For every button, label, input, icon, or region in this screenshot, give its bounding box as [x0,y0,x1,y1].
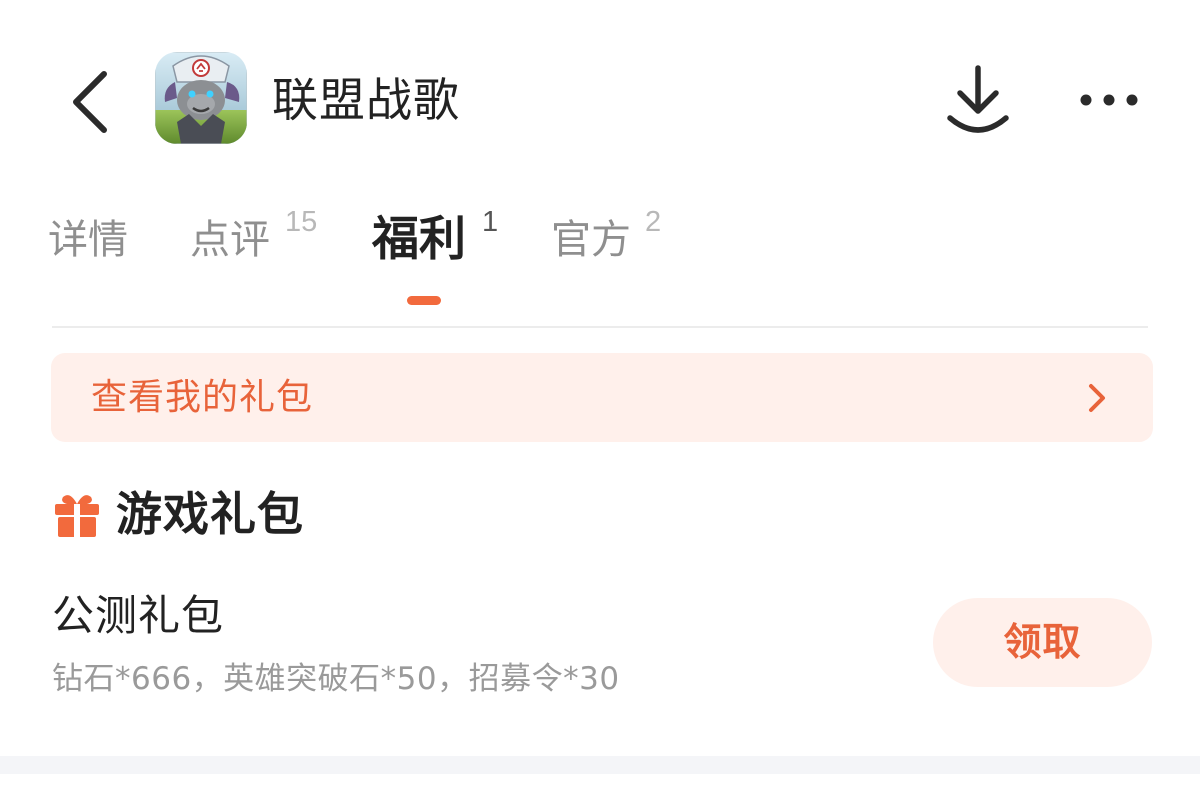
tab-label: 福利 [372,212,466,267]
tab-label: 点评 [190,217,270,263]
back-button[interactable] [60,60,120,140]
tab-label: 官方 [551,217,631,263]
package-description: 钻石*666，英雄突破石*50，招募令*30 [52,661,620,697]
tab-benefits[interactable]: 福利 1 [372,205,498,275]
gift-icon [52,489,102,539]
tab-reviews[interactable]: 点评 15 [190,205,317,275]
app-icon [155,52,247,144]
more-button[interactable] [1074,80,1144,120]
claim-button[interactable]: 领取 [933,598,1152,687]
section-title: 游戏礼包 [116,487,304,541]
tab-count-badge: 2 [645,206,662,238]
chevron-right-icon [1085,382,1109,414]
tab-label: 详情 [48,217,128,263]
app-detail-page: 联盟战歌 详情 点评 15 福利 1 官方 2 查看我的礼包 游戏礼包 公测礼包… [0,0,1200,808]
package-name: 公测礼包 [52,591,225,640]
active-tab-indicator [407,296,441,305]
tab-details[interactable]: 详情 [48,205,128,275]
download-button[interactable] [942,60,1014,140]
chevron-left-icon [73,71,107,133]
my-gifts-banner[interactable]: 查看我的礼包 [51,353,1153,442]
download-icon [947,65,1009,133]
my-gifts-label: 查看我的礼包 [91,377,314,418]
section-separator [0,756,1200,774]
tab-count-badge: 15 [285,206,318,238]
more-horizontal-icon [1080,94,1138,106]
tab-official[interactable]: 官方 2 [551,205,661,275]
tabs-divider [52,326,1148,328]
app-title: 联盟战歌 [272,73,460,127]
tab-count-badge: 1 [482,206,499,238]
